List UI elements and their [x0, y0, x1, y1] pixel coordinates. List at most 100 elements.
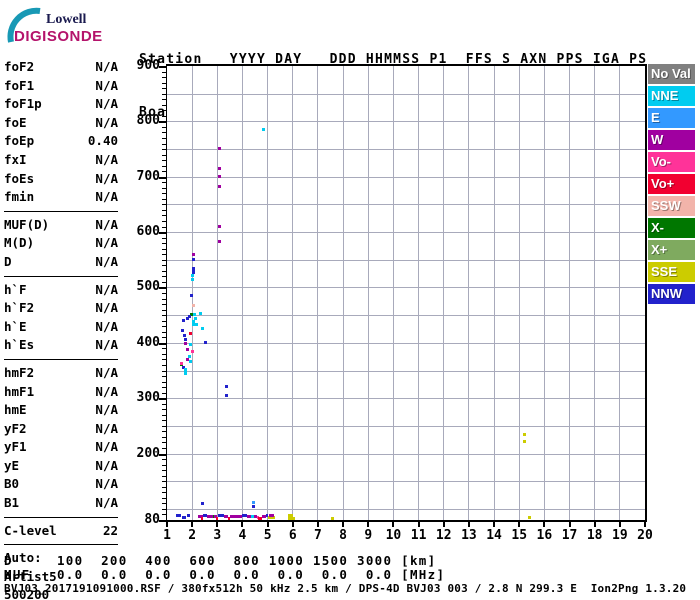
- param-value: N/A: [95, 336, 118, 355]
- grid-line-vertical: [192, 66, 193, 520]
- y-axis-minor-tick: [162, 503, 166, 504]
- param-value: 22: [103, 522, 118, 541]
- ionogram-app: Lowell DIGISONDE Station YYYY DAY DDD HH…: [0, 0, 700, 600]
- y-axis-minor-tick: [162, 72, 166, 73]
- y-axis-major-tick: [159, 454, 166, 456]
- x-axis-label: 9: [357, 528, 379, 543]
- y-axis-major-tick: [159, 343, 166, 345]
- y-axis-minor-tick: [162, 282, 166, 283]
- param-value: N/A: [95, 188, 118, 207]
- y-axis-minor-tick: [162, 476, 166, 477]
- param-label: hmF1: [4, 383, 34, 402]
- y-axis-minor-tick: [162, 227, 166, 228]
- echo-point: [218, 147, 221, 150]
- grid-line-vertical: [418, 66, 419, 520]
- y-axis-minor-tick: [162, 459, 166, 460]
- grid-line-horizontal: [167, 398, 645, 399]
- y-axis-minor-tick: [162, 249, 166, 250]
- y-axis-minor-tick: [162, 437, 166, 438]
- y-axis-minor-tick: [162, 337, 166, 338]
- param-row: MUF(D)N/A: [4, 216, 118, 235]
- x-axis-label: 20: [634, 528, 656, 543]
- echo-trace-segment: [216, 517, 218, 520]
- x-axis-tick: [518, 522, 520, 527]
- param-value: N/A: [95, 401, 118, 420]
- echo-point: [190, 294, 193, 297]
- y-axis-minor-tick: [162, 149, 166, 150]
- y-axis-minor-tick: [162, 94, 166, 95]
- y-axis-minor-tick: [162, 138, 166, 139]
- grid-line-horizontal: [167, 315, 645, 316]
- grid-line-vertical: [443, 66, 444, 520]
- echo-point: [528, 516, 531, 519]
- echo-point: [218, 240, 221, 243]
- grid-line-vertical: [217, 66, 218, 520]
- y-axis-minor-tick: [162, 105, 166, 106]
- param-value: N/A: [95, 281, 118, 300]
- param-value: N/A: [95, 494, 118, 513]
- param-row: foF1pN/A: [4, 95, 118, 114]
- param-row: B0N/A: [4, 475, 118, 494]
- param-label: B1: [4, 494, 19, 513]
- grid-line-vertical: [393, 66, 394, 520]
- param-row: hmEN/A: [4, 401, 118, 420]
- echo-point: [204, 341, 207, 344]
- echo-trace-segment: [182, 516, 186, 519]
- grid-line-horizontal: [167, 232, 645, 233]
- grid-line-horizontal: [167, 204, 645, 205]
- x-axis-label: 17: [559, 528, 581, 543]
- echo-point: [218, 185, 221, 188]
- x-axis-tick: [644, 522, 646, 527]
- y-axis-minor-tick: [162, 193, 166, 194]
- echo-trace-segment: [288, 517, 296, 520]
- y-axis-minor-tick: [162, 415, 166, 416]
- grid-line-horizontal: [167, 509, 645, 510]
- y-axis-major-tick: [159, 66, 166, 68]
- param-label: yE: [4, 457, 19, 476]
- grid-line-horizontal: [167, 177, 645, 178]
- legend-item-ssw: SSW: [648, 196, 695, 216]
- ionogram-plot: [166, 64, 647, 522]
- y-axis-minor-tick: [162, 166, 166, 167]
- echo-point: [523, 440, 526, 443]
- y-axis-minor-tick: [162, 155, 166, 156]
- param-value: N/A: [95, 383, 118, 402]
- echo-point: [191, 350, 194, 353]
- y-axis-minor-tick: [162, 514, 166, 515]
- echo-point: [192, 304, 195, 307]
- y-axis-minor-tick: [162, 393, 166, 394]
- param-row: yF1N/A: [4, 438, 118, 457]
- y-axis-minor-tick: [162, 276, 166, 277]
- x-axis-tick: [166, 522, 168, 527]
- param-value: N/A: [95, 170, 118, 189]
- muf-row: MUF 0.0 0.0 0.0 0.0 0.0 0.0 0.0 0.0 [MHz…: [4, 567, 445, 582]
- param-value: N/A: [95, 457, 118, 476]
- y-axis-minor-tick: [162, 404, 166, 405]
- param-label: h`F2: [4, 299, 34, 318]
- logo-lowell-text: Lowell: [46, 12, 86, 28]
- grid-line-vertical: [242, 66, 243, 520]
- x-axis-tick: [367, 522, 369, 527]
- y-axis-major-tick: [159, 398, 166, 400]
- y-axis-minor-tick: [162, 498, 166, 499]
- y-axis-minor-tick: [162, 182, 166, 183]
- y-axis-label: 200: [126, 446, 160, 461]
- param-label: MUF(D): [4, 216, 49, 235]
- echo-point: [184, 342, 187, 345]
- y-axis-minor-tick: [162, 77, 166, 78]
- param-label: fxI: [4, 151, 27, 170]
- y-axis-minor-tick: [162, 271, 166, 272]
- echo-point: [191, 278, 194, 281]
- param-row: fxIN/A: [4, 151, 118, 170]
- echo-point: [189, 343, 192, 346]
- y-axis-minor-tick: [162, 442, 166, 443]
- grid-line-horizontal: [167, 343, 645, 344]
- param-label: C-level: [4, 522, 57, 541]
- x-axis-label: 5: [257, 528, 279, 543]
- x-axis-tick: [594, 522, 596, 527]
- panel-divider: [4, 276, 118, 277]
- param-value: N/A: [95, 299, 118, 318]
- x-axis-tick: [241, 522, 243, 527]
- y-axis-major-tick: [159, 177, 166, 179]
- grid-line-horizontal: [167, 426, 645, 427]
